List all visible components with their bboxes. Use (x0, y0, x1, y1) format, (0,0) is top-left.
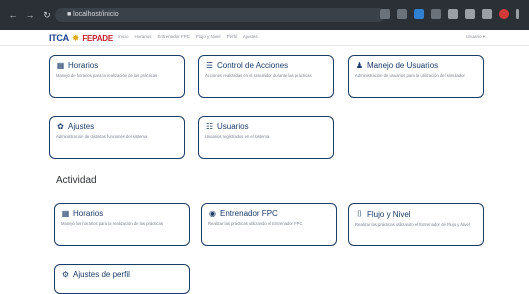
brand-left: ITCA (49, 33, 69, 43)
card-title-text: Horarios (73, 209, 104, 218)
card-title: ⌷ Flujo y Nivel (355, 209, 477, 219)
card-title: ▦ Horarios (56, 61, 178, 70)
menu-item[interactable]: Horarios (135, 34, 152, 39)
card-title: ☷ Usuarios (205, 122, 327, 131)
card-entrenador-fpc[interactable]: ◉ Entrenador FPC Realizar las prácticas … (201, 203, 337, 246)
forward-arrow-icon[interactable]: → (25, 10, 35, 20)
address-bar[interactable]: ■ localhost/inicio (55, 8, 385, 22)
extension-icon[interactable] (465, 9, 475, 19)
card-description: Usuarios registrados en el sistema (205, 134, 270, 139)
menu-item[interactable]: Perfil (227, 34, 237, 39)
extension-icon[interactable] (380, 9, 390, 19)
card-ajustes[interactable]: ✿ Ajustes Administración de distintas fu… (49, 116, 185, 159)
card-title: ☰ Control de Acciones (205, 61, 327, 70)
card-control-acciones[interactable]: ☰ Control de Acciones Acciones realizada… (198, 55, 334, 98)
card-actividad-horarios[interactable]: ▦ Horarios Manejo los horarios para la r… (54, 203, 190, 246)
card-title: ◉ Entrenador FPC (208, 209, 330, 218)
card-description: Administración de distintas funciones de… (56, 134, 148, 139)
card-title-text: Control de Acciones (217, 61, 289, 70)
tank-icon: ⌷ (357, 209, 362, 218)
card-usuarios[interactable]: ☷ Usuarios Usuarios registrados en el si… (198, 116, 334, 159)
brand-right: FEPADE (82, 33, 114, 43)
user-menu[interactable]: Usuario ▾ (466, 34, 485, 40)
card-title: ▦ Horarios (61, 209, 183, 218)
card-title-text: Entrenador FPC (220, 209, 278, 218)
card-description: Realizar las prácticas utilizando el Ent… (208, 221, 303, 226)
browser-toolbar: ← → ↻ ⌂ ■ localhost/inicio (0, 0, 529, 30)
card-flujo-nivel[interactable]: ⌷ Flujo y Nivel Realizar las prácticas u… (348, 203, 484, 246)
users-icon: ☷ (205, 122, 214, 131)
card-title: ✿ Ajustes (56, 122, 178, 131)
card-manejo-usuarios[interactable]: ♟ Manejo de Usuarios Administración de u… (348, 55, 484, 98)
extension-icon[interactable] (431, 9, 441, 19)
menu-item[interactable]: Ajustes (243, 34, 258, 39)
card-ajustes-perfil[interactable]: ⚙ Ajustes de perfil (54, 264, 190, 294)
settings-icon: ⚙ (61, 270, 70, 279)
card-title-text: Flujo y Nivel (367, 209, 411, 219)
extension-icon[interactable] (397, 9, 407, 19)
top-menu: Inicio Horarios Entrenador FPC Flujo y N… (118, 34, 258, 39)
app-navbar: ITCA ✸ FEPADE Inicio Horarios Entrenador… (0, 30, 529, 46)
back-arrow-icon[interactable]: ← (8, 10, 18, 20)
card-title: ♟ Manejo de Usuarios (355, 61, 477, 70)
menu-item[interactable]: Flujo y Nivel (196, 34, 221, 39)
card-description: Administración de usuarios para la utili… (355, 73, 465, 78)
extension-icon[interactable] (482, 9, 492, 19)
card-title-text: Ajustes (68, 122, 95, 131)
gamepad-icon: ◉ (209, 209, 216, 218)
calendar-icon: ▦ (56, 61, 65, 70)
card-title-text: Ajustes de perfil (73, 270, 130, 279)
card-description: Realizar las prácticas utilizando el Ent… (355, 222, 470, 227)
extension-icon[interactable] (448, 9, 458, 19)
card-title-text: Usuarios (217, 122, 249, 131)
gear-icon: ✿ (57, 122, 64, 131)
card-description: Manejo de horarios para la realización d… (56, 73, 158, 78)
card-horarios[interactable]: ▦ Horarios Manejo de horarios para la re… (49, 55, 185, 98)
menu-icon[interactable] (516, 9, 519, 19)
profile-icon[interactable] (499, 9, 509, 19)
extension-icon[interactable] (414, 9, 424, 19)
user-icon: ♟ (355, 61, 364, 70)
star-icon: ✸ (71, 32, 80, 43)
card-title: ⚙ Ajustes de perfil (61, 270, 183, 279)
card-title-text: Manejo de Usuarios (367, 61, 439, 70)
menu-item[interactable]: Entrenador FPC (158, 34, 191, 39)
reload-icon[interactable]: ↻ (42, 10, 52, 20)
menu-item[interactable]: Inicio (118, 34, 129, 39)
list-icon: ☰ (205, 61, 214, 70)
card-title-text: Horarios (68, 61, 99, 70)
extension-icons (380, 9, 519, 19)
card-description: Acciones realizadas en el simulador dura… (205, 73, 312, 78)
card-description: Manejo los horarios para la realización … (61, 221, 163, 226)
brand-logo[interactable]: ITCA ✸ FEPADE (49, 32, 113, 44)
calendar-icon: ▦ (61, 209, 70, 218)
section-title-actividad: Actividad (56, 175, 97, 186)
